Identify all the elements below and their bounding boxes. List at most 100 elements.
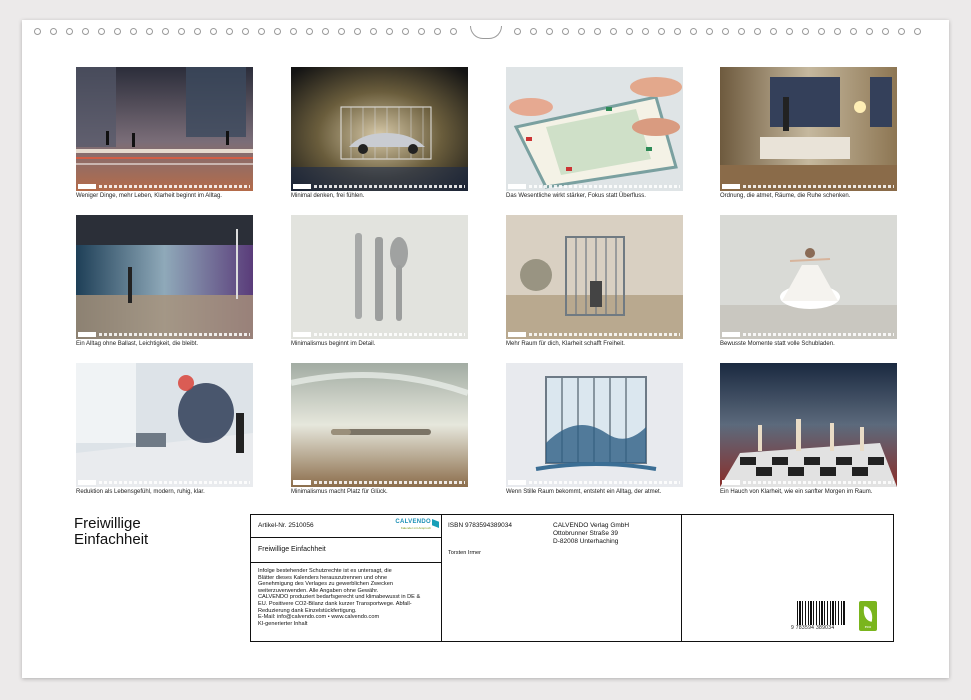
binding-hole	[674, 28, 681, 35]
barcode: 9 783594 389034	[791, 601, 845, 631]
hanger-hook	[470, 26, 502, 39]
divider	[251, 562, 441, 563]
thumb-november	[506, 363, 683, 487]
binding-hole	[658, 28, 665, 35]
binding-hole	[530, 28, 537, 35]
eco-leaf-icon: eco	[859, 601, 877, 631]
month-strip	[76, 480, 253, 485]
binding-hole	[850, 28, 857, 35]
binding-hole	[226, 28, 233, 35]
caption-july: Mehr Raum für dich, Klarheit schafft Fre…	[506, 341, 625, 347]
leaf-icon	[861, 606, 875, 622]
binding-hole	[514, 28, 521, 35]
legal-line: Reduzierung dank Einzelstückfertigung.	[258, 607, 357, 614]
binding-hole	[50, 28, 57, 35]
binding-hole	[306, 28, 313, 35]
binding-hole	[802, 28, 809, 35]
binding-hole	[194, 28, 201, 35]
binding-hole	[898, 28, 905, 35]
isbn-publisher-column: ISBN 9783594389034 Torsten Irmer CALVEND…	[441, 515, 682, 641]
publisher-street: Ottobrunner Straße 39	[553, 530, 619, 537]
thumb-october	[291, 363, 468, 487]
legal-notice: Infolge bestehender Schutzrechte ist es …	[258, 568, 420, 627]
thumb-december	[720, 363, 897, 487]
binding-hole	[610, 28, 617, 35]
binding-hole	[322, 28, 329, 35]
binding-hole	[706, 28, 713, 35]
legal-line: CALVENDO produziert bedarfsgerecht und k…	[258, 594, 421, 601]
thumb-april	[720, 67, 897, 191]
binding-hole	[882, 28, 889, 35]
month-strip	[76, 184, 253, 189]
binding-hole	[578, 28, 585, 35]
caption-october: Minimalismus macht Platz für Glück.	[291, 489, 388, 495]
caption-march: Das Wesentliche wirkt stärker, Fokus sta…	[506, 193, 646, 199]
legal-line: EU. Positivere CO2-Bilanz dank kurzer Tr…	[258, 600, 412, 607]
thumb-september	[76, 363, 253, 487]
binding-hole	[258, 28, 265, 35]
barcode-number: 9 783594 389034	[791, 625, 835, 631]
caption-september: Reduktion als Lebensgefühl, modern, ruhi…	[76, 489, 205, 495]
binding-hole	[642, 28, 649, 35]
product-title: Freiwillige Einfachheit	[258, 546, 326, 553]
binding-hole	[754, 28, 761, 35]
month-strip	[76, 332, 253, 337]
binding-hole	[386, 28, 393, 35]
barcode-bars	[797, 601, 845, 625]
caption-may: Ein Alltag ohne Ballast, Leichtigkeit, d…	[76, 341, 199, 347]
calendar-title-line-1: Freiwillige	[74, 515, 141, 532]
publisher-city: D-82008 Unterhaching	[553, 538, 619, 545]
binding-hole	[114, 28, 121, 35]
month-strip	[291, 480, 468, 485]
article-number: Artikel-Nr. 2510056	[258, 522, 314, 529]
binding-hole	[338, 28, 345, 35]
calvendo-logo: CALVENDO	[395, 519, 431, 525]
divider	[251, 537, 441, 538]
legal-line: Genehmigung des Verlages zu gewerblichen…	[258, 581, 393, 588]
month-strip	[291, 184, 468, 189]
thumb-may	[76, 215, 253, 339]
binding-hole	[626, 28, 633, 35]
binding-hole	[290, 28, 297, 35]
caption-august: Bewusste Momente statt volle Schubladen.	[720, 341, 835, 347]
binding-hole	[546, 28, 553, 35]
binding-hole	[98, 28, 105, 35]
month-strip	[291, 332, 468, 337]
legal-line: Infolge bestehender Schutzrechte ist es …	[258, 568, 392, 574]
legal-line: weiterzuverwenden. Alle Angaben ohne Gew…	[258, 587, 379, 594]
thumb-august	[720, 215, 897, 339]
thumb-january	[76, 67, 253, 191]
calendar-title: Freiwillige Einfachheit	[74, 516, 148, 548]
legal-line: KI-generierter Inhalt	[258, 620, 308, 627]
calvendo-tagline: Kalender mit Anspruch	[400, 526, 431, 530]
thumb-february	[291, 67, 468, 191]
binding-hole	[722, 28, 729, 35]
binding-hole	[274, 28, 281, 35]
caption-december: Ein Hauch von Klarheit, wie ein sanfter …	[720, 489, 873, 495]
binding-hole	[402, 28, 409, 35]
binding-hole	[210, 28, 217, 35]
binding-hole	[690, 28, 697, 35]
binding-hole	[418, 28, 425, 35]
binding-hole	[594, 28, 601, 35]
month-strip	[506, 184, 683, 189]
caption-february: Minimal denken, frei fühlen.	[291, 193, 365, 199]
eco-label: eco	[864, 624, 872, 629]
month-strip	[720, 480, 897, 485]
month-strip	[506, 332, 683, 337]
isbn: ISBN 9783594389034	[448, 522, 512, 529]
publisher-name: CALVENDO Verlag GmbH	[553, 522, 630, 529]
thumb-march	[506, 67, 683, 191]
binding-hole	[146, 28, 153, 35]
binding-hole	[914, 28, 921, 35]
binding-hole	[162, 28, 169, 35]
binding-hole	[82, 28, 89, 35]
spiral-binding	[22, 26, 949, 40]
calendar-title-line-2: Einfachheit	[74, 531, 149, 548]
author: Torsten Irmer	[448, 550, 481, 556]
caption-january: Weniger Dinge, mehr Leben, Klarheit begi…	[76, 193, 222, 199]
binding-hole	[130, 28, 137, 35]
binding-hole	[242, 28, 249, 35]
month-strip	[720, 184, 897, 189]
thumb-june	[291, 215, 468, 339]
